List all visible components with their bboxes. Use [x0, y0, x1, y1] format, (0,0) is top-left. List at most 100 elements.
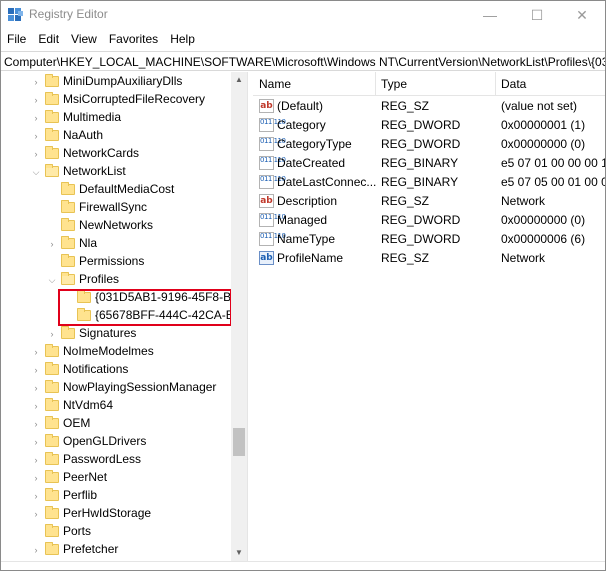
tree-item-label: MiniDumpAuxiliaryDlls	[63, 74, 183, 88]
chevron-down-icon[interactable]: ⌵	[31, 166, 41, 178]
tree-item[interactable]: Ports	[1, 523, 231, 541]
chevron-right-icon[interactable]: ›	[31, 130, 41, 142]
chevron-down-icon[interactable]: ⌵	[47, 274, 57, 286]
tree-item-label: NetworkCards	[63, 146, 140, 160]
folder-icon	[45, 452, 59, 465]
value-name: (Default)	[277, 99, 324, 113]
tree-item-label: NaAuth	[63, 128, 104, 142]
value-row[interactable]: ab Description REG_SZ Network	[253, 192, 605, 211]
tree-item[interactable]: › Nla	[1, 235, 231, 253]
value-name: ProfileName	[277, 251, 344, 265]
chevron-right-icon[interactable]: ›	[31, 346, 41, 358]
chevron-right-icon[interactable]: ›	[31, 454, 41, 466]
column-divider[interactable]	[375, 72, 376, 96]
chevron-right-icon[interactable]: ›	[47, 238, 57, 250]
value-row[interactable]: 011 110 DateLastConnec... REG_BINARY e5 07 …	[253, 173, 605, 192]
tree-item[interactable]: NewNetworks	[1, 217, 231, 235]
column-divider[interactable]	[495, 72, 496, 96]
scroll-up-arrow-icon[interactable]: ▲	[231, 72, 247, 88]
maximize-button[interactable]: ☐	[514, 1, 560, 29]
chevron-right-icon[interactable]: ›	[31, 364, 41, 376]
tree-scrollbar[interactable]: ▲ ▼	[231, 72, 247, 561]
value-row[interactable]: 011 110 Category REG_DWORD 0x00000001 (1)	[253, 116, 605, 135]
tree-item[interactable]: › Prefetcher	[1, 541, 231, 559]
tree-item[interactable]: ⌵ NetworkList	[1, 163, 231, 181]
binary-value-icon: 011 110	[259, 118, 286, 132]
registry-values-list: Name Type Data ab (Default) REG_SZ (value n…	[253, 72, 605, 561]
tree-item-label: PerHwIdStorage	[63, 506, 152, 520]
chevron-right-icon[interactable]: ›	[31, 400, 41, 412]
scroll-thumb[interactable]	[233, 428, 245, 456]
tree-item[interactable]: {031D5AB1-9196-45F8-B00	[1, 289, 244, 307]
tree-item[interactable]: › NtVdm64	[1, 397, 231, 415]
value-row[interactable]: 011 110 NameType REG_DWORD 0x00000006 (6)	[253, 230, 605, 249]
tree-item[interactable]: Permissions	[1, 253, 231, 271]
value-row[interactable]: 011 110 DateCreated REG_BINARY e5 07 01 00 …	[253, 154, 605, 173]
chevron-right-icon[interactable]: ›	[31, 382, 41, 394]
tree-item[interactable]: › Perflib	[1, 487, 231, 505]
value-type: REG_SZ	[381, 251, 430, 265]
tree-item-label: {65678BFF-444C-42CA-B9	[95, 308, 241, 322]
tree-item[interactable]: › PerHwIdStorage	[1, 505, 231, 523]
tree-item[interactable]: › Signatures	[1, 325, 231, 343]
title-bar[interactable]: Registry Editor — ☐ ✕	[1, 1, 605, 29]
menu-help[interactable]: Help	[164, 29, 201, 49]
chevron-right-icon[interactable]: ›	[31, 436, 41, 448]
value-row[interactable]: 011 110 CategoryType REG_DWORD 0x00000000 (…	[253, 135, 605, 154]
value-data: 0x00000000 (0)	[501, 137, 586, 151]
address-bar[interactable]: Computer\HKEY_LOCAL_MACHINE\SOFTWARE\Mic…	[1, 51, 605, 71]
column-header-data[interactable]: Data	[501, 77, 526, 95]
value-data: 0x00000006 (6)	[501, 232, 586, 246]
tree-item[interactable]: › PasswordLess	[1, 451, 231, 469]
column-header-type[interactable]: Type	[381, 77, 407, 95]
value-row[interactable]: ab ProfileName REG_SZ Network	[253, 249, 605, 268]
tree-item-label: NowPlayingSessionManager	[63, 380, 217, 394]
menu-favorites[interactable]: Favorites	[103, 29, 164, 49]
tree-item[interactable]: DefaultMediaCost	[1, 181, 231, 199]
chevron-right-icon[interactable]: ›	[31, 94, 41, 106]
chevron-right-icon[interactable]: ›	[31, 544, 41, 556]
scroll-down-arrow-icon[interactable]: ▼	[231, 545, 247, 561]
chevron-right-icon[interactable]: ›	[31, 418, 41, 430]
tree-item-label: Signatures	[79, 326, 137, 340]
value-row[interactable]: 011 110 Managed REG_DWORD 0x00000000 (0)	[253, 211, 605, 230]
chevron-right-icon[interactable]: ›	[31, 490, 41, 502]
registry-key-tree[interactable]: › MiniDumpAuxiliaryDlls › MsiCorruptedFileR…	[1, 72, 247, 561]
tree-item-label: PasswordLess	[63, 452, 142, 466]
tree-item[interactable]: › Multimedia	[1, 109, 231, 127]
tree-item[interactable]: ⌵ Profiles	[1, 271, 231, 289]
registry-editor-window: Registry Editor — ☐ ✕ File Edit View Fav…	[0, 0, 606, 571]
menu-file[interactable]: File	[1, 29, 32, 49]
tree-item[interactable]: › MiniDumpAuxiliaryDlls	[1, 73, 231, 91]
tree-item-label: Nla	[79, 236, 98, 250]
tree-item[interactable]: › NaAuth	[1, 127, 231, 145]
close-button[interactable]: ✕	[559, 1, 605, 29]
value-row[interactable]: ab (Default) REG_SZ (value not set)	[253, 97, 605, 116]
value-name: DateCreated	[277, 156, 346, 170]
chevron-right-icon[interactable]: ›	[47, 328, 57, 340]
folder-icon	[61, 326, 75, 339]
tree-item[interactable]: › PeerNet	[1, 469, 231, 487]
value-data: (value not set)	[501, 99, 578, 113]
tree-item[interactable]: {65678BFF-444C-42CA-B9	[1, 307, 240, 325]
tree-item[interactable]: FirewallSync	[1, 199, 231, 217]
chevron-right-icon[interactable]: ›	[31, 76, 41, 88]
column-header-name[interactable]: Name	[259, 77, 291, 95]
chevron-right-icon[interactable]: ›	[31, 112, 41, 124]
tree-item[interactable]: › NetworkCards	[1, 145, 231, 163]
minimize-button[interactable]: —	[467, 1, 513, 29]
menu-view[interactable]: View	[65, 29, 103, 49]
chevron-right-icon[interactable]: ›	[31, 148, 41, 160]
tree-item[interactable]: › Notifications	[1, 361, 231, 379]
tree-item[interactable]: › NowPlayingSessionManager	[1, 379, 231, 397]
folder-icon	[45, 434, 59, 447]
tree-item[interactable]: › MsiCorruptedFileRecovery	[1, 91, 231, 109]
value-type: REG_SZ	[381, 99, 430, 113]
tree-item-label: OpenGLDrivers	[63, 434, 147, 448]
chevron-right-icon[interactable]: ›	[31, 508, 41, 520]
tree-item[interactable]: › OEM	[1, 415, 231, 433]
chevron-right-icon[interactable]: ›	[31, 472, 41, 484]
tree-item[interactable]: › NoImeModelmes	[1, 343, 231, 361]
tree-item[interactable]: › OpenGLDrivers	[1, 433, 231, 451]
menu-edit[interactable]: Edit	[32, 29, 65, 49]
